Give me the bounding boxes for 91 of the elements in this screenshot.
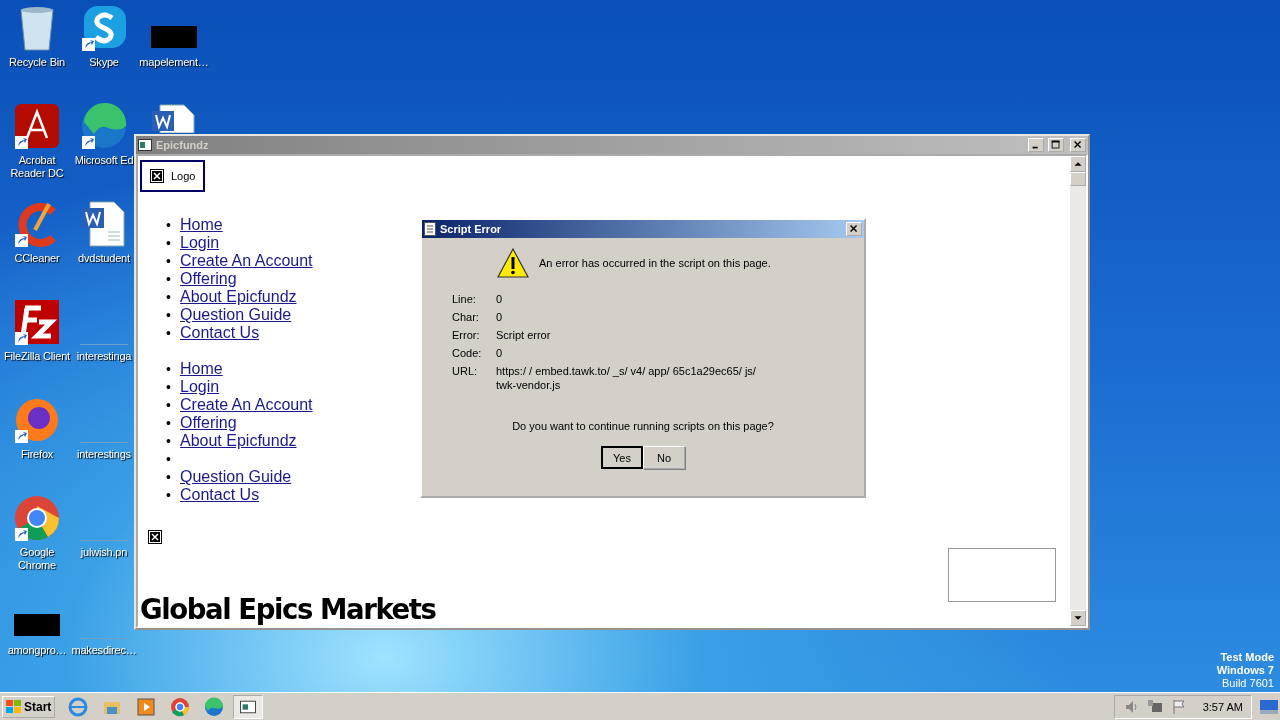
firefox-icon[interactable] — [13, 396, 61, 444]
os-name-text: Windows 7 — [1216, 664, 1274, 677]
nav-link[interactable]: Create An Account — [180, 252, 313, 269]
media-player-icon[interactable] — [135, 695, 158, 718]
desktop-icon-label[interactable]: Recycle Bin — [9, 56, 65, 69]
field-value: https:/ / embed.tawk.to/ _s/ v4/ app/ 65c1a29ec65/ js/ twk-vendor.js — [496, 364, 757, 392]
nav-link[interactable]: Question Guide — [180, 306, 292, 323]
list-bullet: • — [166, 270, 172, 288]
nav-link[interactable]: Login — [180, 234, 220, 251]
desktop-icon-label[interactable]: Microsoft Ed — [74, 154, 134, 167]
field-value: 0 — [496, 346, 504, 360]
desktop-icon-label[interactable]: Acrobat Reader DC — [1, 154, 73, 180]
list-bullet: • — [166, 378, 172, 396]
field-value: 0 — [496, 310, 504, 324]
build-text: Build 7601 — [1222, 677, 1274, 690]
list-bullet: • — [166, 396, 172, 414]
nav-link[interactable]: About Epicfundz — [180, 432, 297, 449]
nav-link[interactable]: Offering — [180, 414, 237, 431]
nav-link[interactable]: Question Guide — [180, 468, 292, 485]
windows-logo-icon — [6, 699, 22, 714]
list-bullet: • — [166, 288, 172, 306]
word-document-icon[interactable] — [80, 200, 128, 248]
minimize-button[interactable] — [1028, 138, 1044, 152]
field-label: Char: — [452, 310, 480, 324]
field-label: Error: — [452, 328, 481, 342]
list-bullet: • — [166, 234, 172, 252]
window-app-icon — [138, 139, 152, 151]
chrome-icon[interactable] — [13, 494, 61, 542]
desktop-icon-label[interactable]: interestinga — [76, 350, 132, 363]
logo-alt-text: Logo — [171, 170, 196, 182]
desktop-icon-label[interactable]: Skype — [89, 56, 119, 69]
list-bullet: • — [166, 414, 172, 432]
pdf-app-icon[interactable] — [13, 102, 61, 150]
scroll-down-button[interactable] — [1070, 610, 1086, 626]
edge-icon[interactable] — [80, 102, 128, 150]
desktop-icon-label[interactable]: mapelement… — [139, 56, 209, 69]
nav-link[interactable]: Home — [180, 216, 223, 233]
nav-link[interactable]: Offering — [180, 270, 237, 287]
broken-image-icon — [150, 169, 164, 183]
list-bullet: • — [166, 468, 172, 486]
document-icon — [424, 222, 436, 236]
error-message: An error has occurred in the script on this page. — [539, 257, 771, 269]
word-document-icon[interactable] — [150, 103, 198, 133]
desktop-icon-label[interactable]: FileZilla Client — [4, 350, 70, 363]
nav-link[interactable]: Create An Account — [180, 396, 313, 413]
window-title: Epicfundz — [156, 139, 210, 151]
list-bullet: • — [166, 216, 172, 234]
dialog-title: Script Error — [440, 223, 503, 235]
network-icon[interactable] — [1146, 698, 1163, 715]
maximize-button[interactable] — [1048, 138, 1064, 152]
nav-link[interactable]: About Epicfundz — [180, 288, 297, 305]
window-icon — [240, 699, 257, 714]
desktop-icon-label[interactable]: CCleaner — [14, 252, 60, 265]
field-label: Line: — [452, 292, 477, 306]
dialog-button[interactable]: Yes — [601, 446, 643, 469]
site-heading: Global Epics Markets — [140, 592, 436, 626]
nav-link[interactable]: Contact Us — [180, 486, 260, 503]
nav-link[interactable]: Home — [180, 360, 223, 377]
dialog-button[interactable]: No — [643, 446, 685, 469]
desktop-icon-label[interactable]: dvdstudent — [78, 252, 130, 265]
chrome-icon[interactable] — [169, 695, 192, 718]
list-bullet: • — [166, 252, 172, 270]
warning-icon — [497, 248, 529, 278]
skype-icon[interactable] — [80, 4, 128, 52]
show-desktop-icon[interactable] — [1260, 698, 1278, 715]
edge-icon[interactable] — [203, 695, 226, 718]
list-bullet: • — [166, 450, 172, 468]
broken-image-icon — [148, 530, 162, 544]
scroll-up-button[interactable] — [1070, 156, 1086, 172]
nav-link[interactable]: Login — [180, 378, 220, 395]
clock[interactable]: 3:57 AM — [1202, 700, 1243, 713]
list-bullet: • — [166, 324, 172, 342]
list-bullet: • — [166, 360, 172, 378]
test-mode-text: Test Mode — [1220, 651, 1274, 664]
close-button[interactable] — [1070, 138, 1086, 152]
flag-icon[interactable] — [1170, 698, 1187, 715]
list-bullet: • — [166, 306, 172, 324]
scroll-thumb[interactable] — [1070, 172, 1086, 186]
nav-link[interactable]: Contact Us — [180, 324, 260, 341]
list-bullet: • — [166, 486, 172, 504]
start-button[interactable]: Start — [2, 695, 56, 718]
scrollbar[interactable] — [1070, 156, 1086, 626]
taskbar-window-button[interactable] — [233, 694, 264, 719]
list-bullet: • — [166, 432, 172, 450]
field-value: Script error — [496, 328, 552, 342]
field-label: URL: — [452, 364, 479, 379]
close-button[interactable] — [846, 222, 862, 236]
question-text: Do you want to continue running scripts on this page? — [511, 420, 775, 432]
field-value: 0 — [496, 292, 504, 306]
field-label: Code: — [452, 346, 483, 360]
filezilla-icon[interactable] — [13, 298, 61, 346]
